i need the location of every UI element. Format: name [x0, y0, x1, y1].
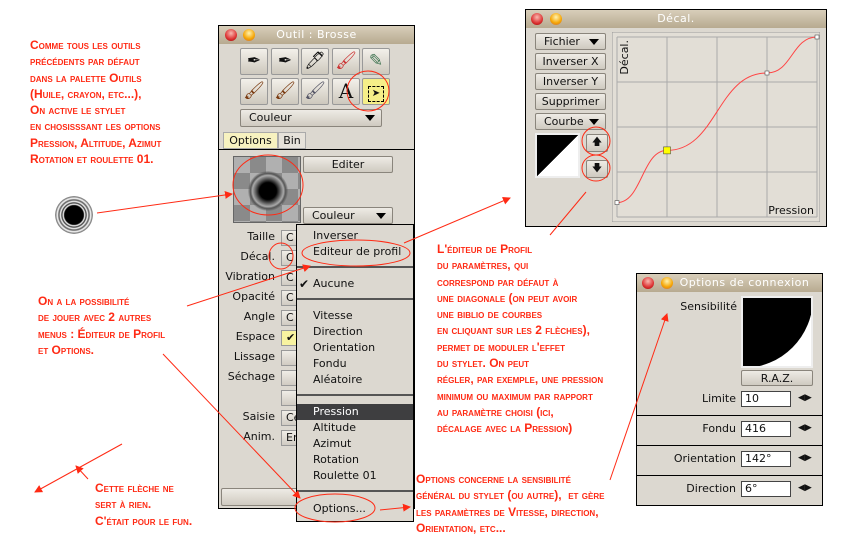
annotation-arrows: [34, 70, 669, 523]
